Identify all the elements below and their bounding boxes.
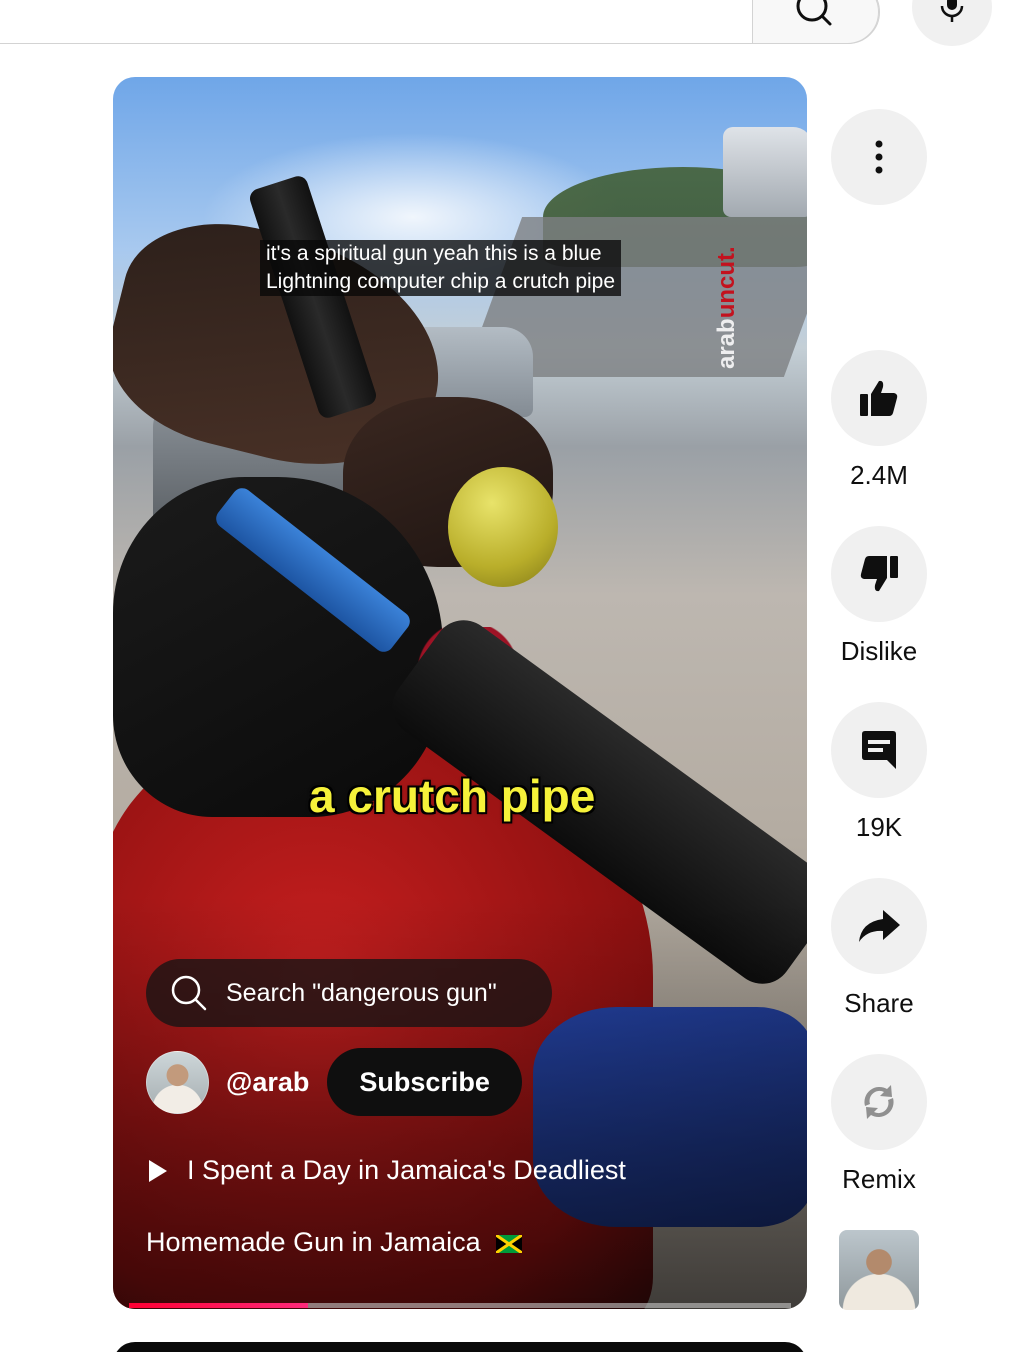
shorts-video-player[interactable]: it's a spiritual gun yeah this is a blue…: [113, 77, 807, 1309]
share-label: Share: [844, 988, 914, 1018]
video-progress-fill: [129, 1303, 308, 1308]
thumb-down-icon: [860, 556, 898, 592]
remix-button[interactable]: [831, 1054, 927, 1150]
watermark-part: uncut.: [713, 246, 740, 319]
caption-line: it's a spiritual gun yeah this is a blue: [266, 242, 602, 265]
share-icon: [859, 910, 900, 942]
more-vert-icon: [875, 140, 883, 174]
watermark-part: arab: [713, 318, 740, 369]
video-scene-ball: [448, 467, 558, 587]
comments-button[interactable]: [831, 702, 927, 798]
next-video-preview[interactable]: [113, 1342, 807, 1352]
voice-search-button[interactable]: [912, 0, 992, 46]
play-icon: [149, 1159, 167, 1182]
caption-line: Lightning computer chip a crutch pipe: [266, 270, 616, 293]
search-input[interactable]: [0, 0, 880, 44]
channel-avatar[interactable]: [146, 1050, 209, 1114]
channel-thumbnail[interactable]: [839, 1230, 919, 1310]
jamaica-flag-icon: [496, 1234, 523, 1253]
related-search-chip[interactable]: Search "dangerous gun": [146, 959, 552, 1027]
remix-icon: [864, 1085, 894, 1119]
remix-label: Remix: [842, 1164, 916, 1194]
dislike-label: Dislike: [840, 636, 918, 666]
search-icon: [796, 0, 831, 26]
channel-row: @arab Subscribe: [146, 1048, 522, 1116]
search-button[interactable]: [752, 0, 879, 44]
search-chip-label: Search "dangerous gun": [226, 978, 497, 1007]
channel-handle[interactable]: @arab: [226, 1067, 309, 1098]
video-overlay-text: a crutch pipe: [309, 770, 596, 822]
like-count: 2.4M: [850, 460, 908, 490]
subscribe-button[interactable]: Subscribe: [327, 1048, 522, 1116]
video-title-link[interactable]: I Spent a Day in Jamaica's Deadliest: [149, 1155, 626, 1186]
share-button[interactable]: [831, 878, 927, 974]
video-scene-car: [723, 127, 807, 217]
closed-caption: it's a spiritual gun yeah this is a blue…: [260, 240, 622, 296]
video-description-text: Homemade Gun in Jamaica: [146, 1227, 481, 1257]
comment-icon: [862, 731, 896, 769]
more-options-button[interactable]: [831, 109, 927, 205]
dislike-button[interactable]: [831, 526, 927, 622]
video-description[interactable]: Homemade Gun in Jamaica: [146, 1227, 523, 1258]
like-button[interactable]: [831, 350, 927, 446]
thumb-up-icon: [860, 380, 898, 416]
channel-watermark: arabuncut.: [713, 246, 741, 369]
comment-count: 19K: [855, 812, 903, 842]
video-title: I Spent a Day in Jamaica's Deadliest: [187, 1155, 626, 1185]
video-progress-bar[interactable]: [129, 1303, 791, 1308]
search-icon: [171, 975, 207, 1011]
mic-icon: [940, 0, 964, 22]
